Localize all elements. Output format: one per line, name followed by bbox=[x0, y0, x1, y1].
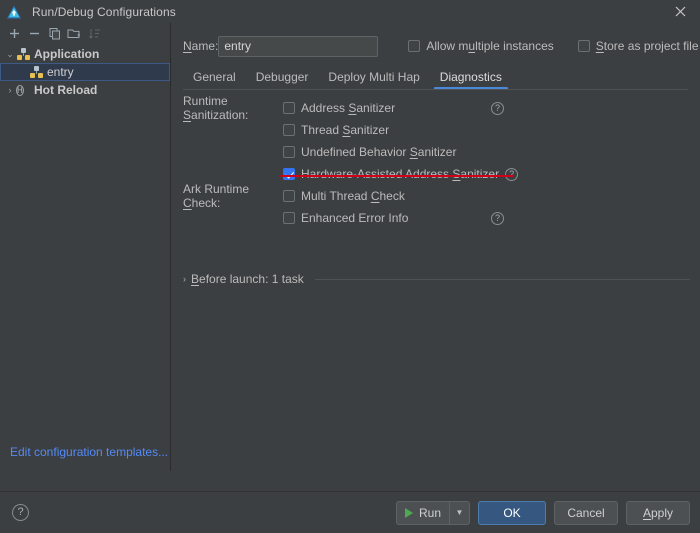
chevron-down-icon[interactable]: ⌄ bbox=[4, 49, 16, 60]
hardware-assisted-address-sanitizer-help-icon[interactable]: ? bbox=[505, 168, 518, 181]
store-as-project-file-label[interactable]: Store as project file bbox=[596, 39, 699, 53]
store-as-project-file-option[interactable]: Store as project file bbox=[578, 39, 700, 53]
tabs-separator bbox=[183, 89, 688, 90]
tree-item-hot-reload[interactable]: › H Hot Reload bbox=[0, 81, 170, 99]
help-icon[interactable]: ? bbox=[12, 504, 29, 521]
hardware-assisted-address-sanitizer-option[interactable]: Hardware-Assisted Address Sanitizer ? bbox=[283, 167, 518, 181]
application-icon bbox=[29, 64, 45, 80]
store-as-project-file-checkbox[interactable] bbox=[578, 40, 590, 52]
name-input[interactable] bbox=[218, 36, 378, 57]
name-row: Name: Allow multiple instances Store as … bbox=[183, 35, 692, 57]
multi-thread-check-checkbox[interactable] bbox=[283, 190, 295, 202]
runtime-sanitization-label: Runtime Sanitization: bbox=[183, 94, 283, 122]
address-sanitizer-option[interactable]: Address Sanitizer bbox=[283, 101, 395, 115]
ark-runtime-check-row-2: Enhanced Error Info ? bbox=[183, 207, 692, 229]
thread-sanitizer-label[interactable]: Thread Sanitizer bbox=[301, 123, 389, 137]
before-launch-label: Before launch: 1 task bbox=[191, 272, 304, 286]
configurations-tree-panel: ⌄ Application entry › H bbox=[0, 23, 171, 471]
runtime-sanitization-row-3: Undefined Behavior Sanitizer bbox=[183, 141, 692, 163]
dialog-footer: ? Run ▼ OK Cancel Apply bbox=[0, 491, 700, 533]
tree-item-label: Hot Reload bbox=[34, 83, 97, 97]
edit-configuration-templates-link[interactable]: Edit configuration templates... bbox=[10, 445, 168, 459]
enhanced-error-info-help-icon[interactable]: ? bbox=[491, 212, 504, 225]
undefined-behavior-sanitizer-option[interactable]: Undefined Behavior Sanitizer bbox=[283, 145, 456, 159]
sort-configurations-icon[interactable] bbox=[84, 24, 104, 43]
footer-buttons: Run ▼ OK Cancel Apply bbox=[396, 501, 690, 525]
diagnostics-form: Runtime Sanitization: Address Sanitizer … bbox=[183, 97, 692, 229]
close-icon[interactable] bbox=[660, 0, 700, 23]
tab-debugger[interactable]: Debugger bbox=[246, 66, 319, 90]
annotation-underline bbox=[280, 175, 514, 177]
cancel-button[interactable]: Cancel bbox=[554, 501, 618, 525]
ok-button[interactable]: OK bbox=[478, 501, 546, 525]
configurations-tree: ⌄ Application entry › H bbox=[0, 45, 170, 99]
before-launch-separator bbox=[315, 279, 690, 280]
chevron-right-icon[interactable]: › bbox=[183, 274, 186, 284]
allow-multiple-instances-label[interactable]: Allow multiple instances bbox=[426, 39, 553, 53]
add-configuration-button[interactable] bbox=[4, 24, 24, 43]
before-launch-section[interactable]: › Before launch: 1 task bbox=[183, 272, 690, 286]
apply-button[interactable]: Apply bbox=[626, 501, 690, 525]
tree-item-application[interactable]: ⌄ Application bbox=[0, 45, 170, 63]
move-into-folder-icon[interactable] bbox=[64, 24, 84, 43]
enhanced-error-info-checkbox[interactable] bbox=[283, 212, 295, 224]
play-icon bbox=[405, 508, 413, 518]
runtime-sanitization-row-1: Runtime Sanitization: Address Sanitizer … bbox=[183, 97, 692, 119]
deveco-logo-icon bbox=[6, 4, 22, 20]
undefined-behavior-sanitizer-label[interactable]: Undefined Behavior Sanitizer bbox=[301, 145, 456, 159]
application-icon bbox=[16, 46, 32, 62]
configuration-details-panel: Name: Allow multiple instances Store as … bbox=[171, 23, 700, 471]
tree-item-label: Application bbox=[34, 47, 99, 61]
address-sanitizer-help-icon[interactable]: ? bbox=[491, 102, 504, 115]
tab-general[interactable]: General bbox=[183, 66, 246, 90]
address-sanitizer-checkbox[interactable] bbox=[283, 102, 295, 114]
multi-thread-check-label[interactable]: Multi Thread Check bbox=[301, 189, 405, 203]
name-label: Name: bbox=[183, 39, 218, 53]
tab-deploy-multi-hap[interactable]: Deploy Multi Hap bbox=[318, 66, 429, 90]
enhanced-error-info-option[interactable]: Enhanced Error Info bbox=[283, 211, 408, 225]
configuration-tabs: General Debugger Deploy Multi Hap Diagno… bbox=[183, 65, 700, 90]
tree-item-entry[interactable]: entry bbox=[0, 63, 170, 81]
thread-sanitizer-option[interactable]: Thread Sanitizer bbox=[283, 123, 389, 137]
run-dropdown-arrow-icon[interactable]: ▼ bbox=[450, 501, 470, 525]
run-debug-configurations-dialog: Run/Debug Configurations bbox=[0, 0, 700, 533]
hardware-assisted-address-sanitizer-checkbox[interactable] bbox=[283, 168, 295, 180]
tree-toolbar bbox=[0, 23, 170, 44]
allow-multiple-instances-checkbox[interactable] bbox=[408, 40, 420, 52]
window-title: Run/Debug Configurations bbox=[32, 5, 176, 19]
tree-item-label: entry bbox=[47, 65, 74, 79]
hardware-assisted-address-sanitizer-label[interactable]: Hardware-Assisted Address Sanitizer bbox=[301, 167, 499, 181]
hot-reload-icon: H bbox=[16, 82, 32, 98]
run-button-label: Run bbox=[419, 506, 441, 520]
undefined-behavior-sanitizer-checkbox[interactable] bbox=[283, 146, 295, 158]
run-button[interactable]: Run bbox=[396, 501, 450, 525]
title-bar: Run/Debug Configurations bbox=[0, 0, 700, 23]
multi-thread-check-option[interactable]: Multi Thread Check bbox=[283, 189, 405, 203]
runtime-sanitization-row-2: Thread Sanitizer bbox=[183, 119, 692, 141]
remove-configuration-button[interactable] bbox=[24, 24, 44, 43]
thread-sanitizer-checkbox[interactable] bbox=[283, 124, 295, 136]
chevron-right-icon[interactable]: › bbox=[4, 85, 16, 95]
ark-runtime-check-label: Ark Runtime Check: bbox=[183, 182, 283, 210]
copy-configuration-icon[interactable] bbox=[44, 24, 64, 43]
address-sanitizer-label[interactable]: Address Sanitizer bbox=[301, 101, 395, 115]
run-button-group: Run ▼ bbox=[396, 501, 470, 525]
tab-diagnostics[interactable]: Diagnostics bbox=[430, 66, 512, 90]
ark-runtime-check-row-1: Ark Runtime Check: Multi Thread Check bbox=[183, 185, 692, 207]
enhanced-error-info-label[interactable]: Enhanced Error Info bbox=[301, 211, 408, 225]
allow-multiple-instances-option[interactable]: Allow multiple instances bbox=[408, 39, 553, 53]
